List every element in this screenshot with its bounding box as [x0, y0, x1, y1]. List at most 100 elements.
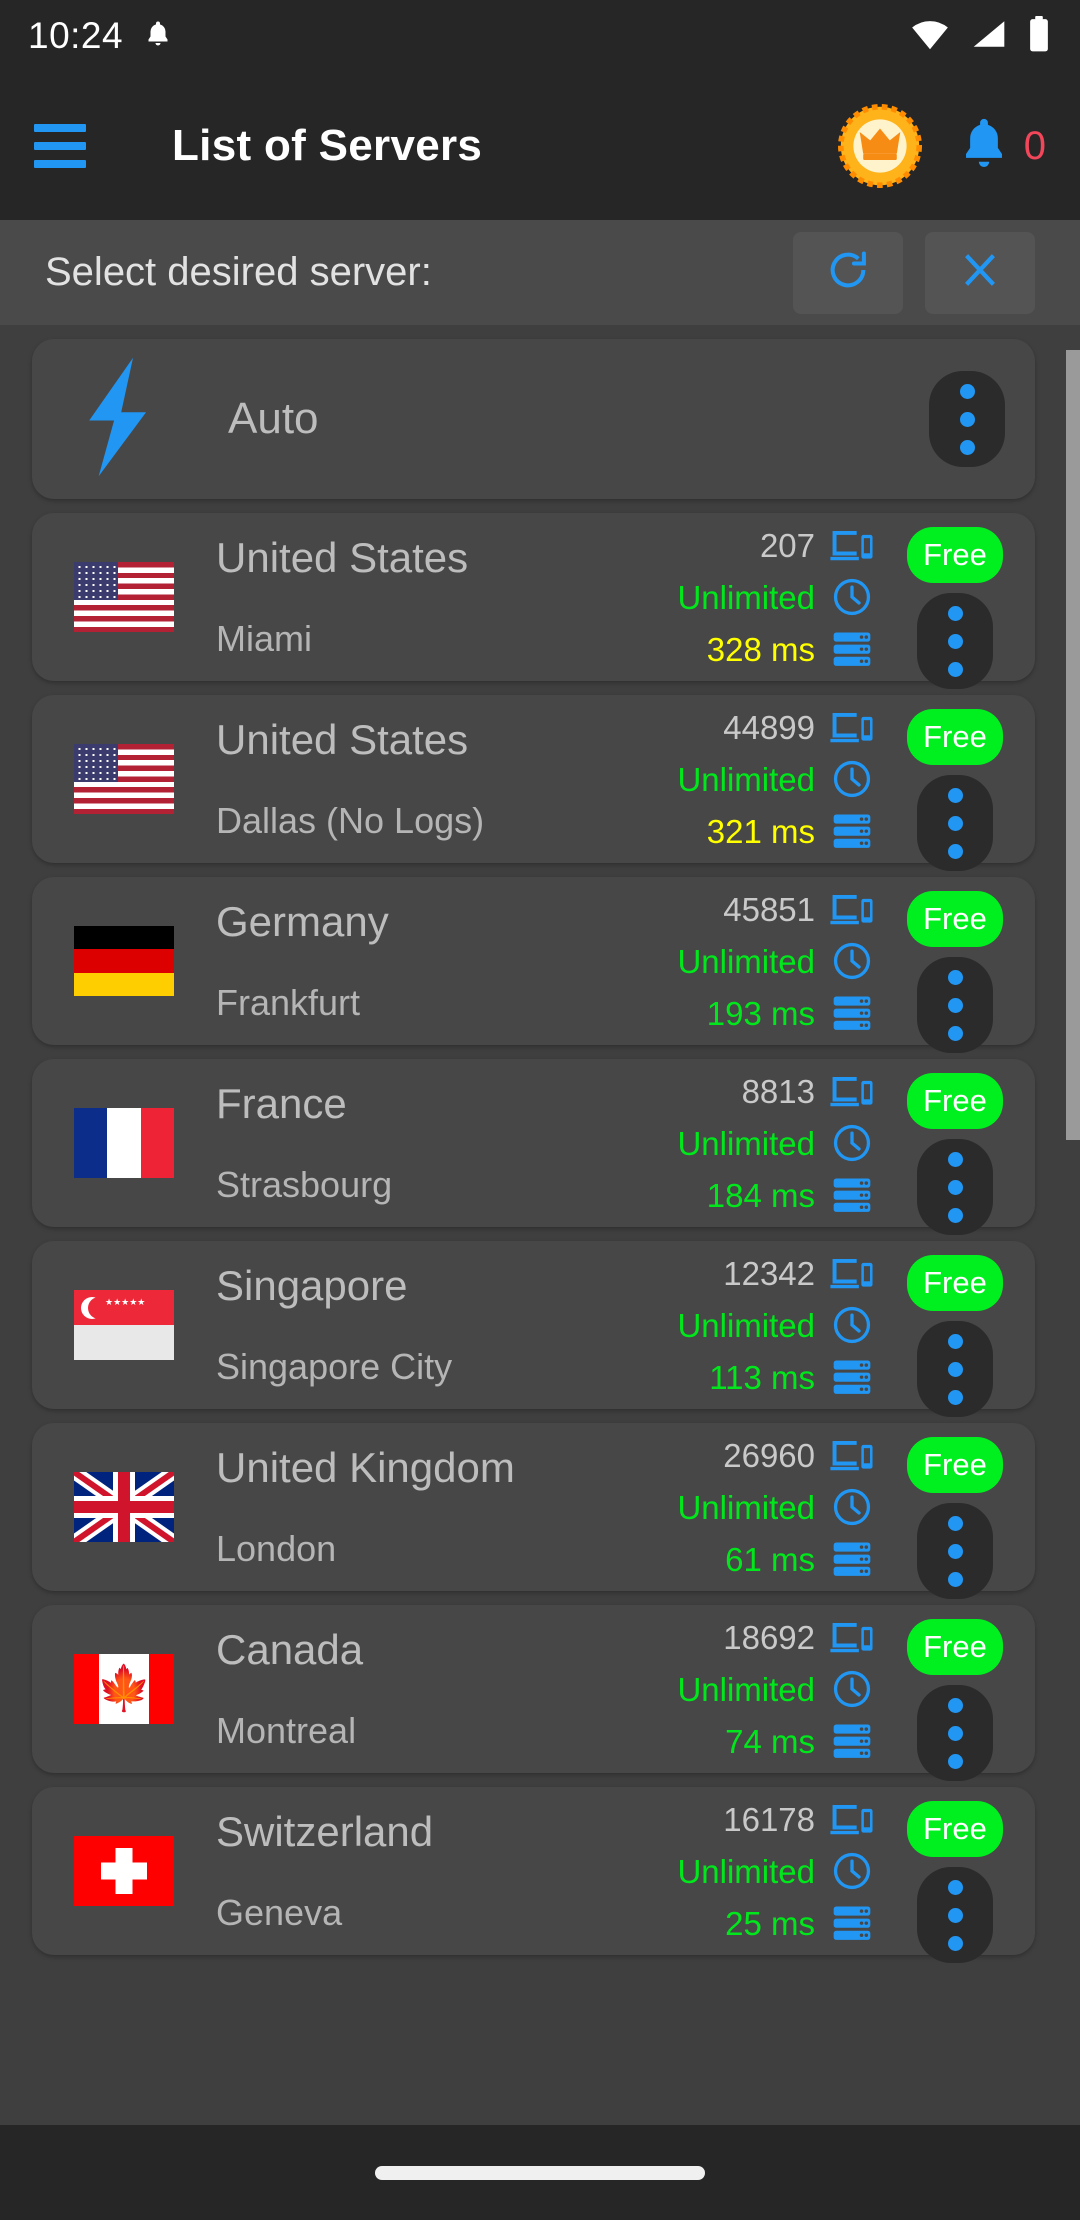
ping-value: 25 ms — [725, 1904, 815, 1942]
crown-badge-icon[interactable] — [837, 104, 922, 188]
kebab-menu-icon[interactable] — [917, 1867, 993, 1963]
server-row[interactable]: Switzerland Geneva 16178 Unlimited 25 ms Free — [32, 1787, 1035, 1963]
kebab-menu-icon[interactable] — [917, 1685, 993, 1781]
kebab-menu-icon[interactable] — [917, 775, 993, 871]
server-row[interactable]: 🍁 Canada Montreal 18692 Unlimited 74 ms Free — [32, 1605, 1035, 1781]
wifi-icon — [908, 17, 952, 56]
metric-ping: 321 ms — [677, 811, 875, 851]
server-row-actions: Free — [885, 513, 1035, 689]
clock-icon — [829, 758, 875, 800]
hamburger-menu-icon[interactable] — [34, 124, 86, 168]
flag-icon — [74, 744, 174, 814]
time-limit: Unlimited — [677, 760, 815, 798]
server-names: United Kingdom London — [216, 1443, 515, 1571]
signal-icon — [968, 17, 1010, 56]
time-limit: Unlimited — [677, 1124, 815, 1162]
kebab-menu-icon[interactable] — [917, 957, 993, 1053]
refresh-button[interactable] — [793, 231, 903, 314]
flag-icon — [74, 562, 174, 632]
server-country: Singapore — [216, 1262, 408, 1309]
server-row[interactable]: United States Dallas (No Logs) 44899 Unlimi… — [32, 695, 1035, 871]
status-badge: Free — [907, 1619, 1003, 1675]
notifications-button[interactable]: 0 — [958, 115, 1046, 178]
kebab-dot — [947, 1207, 963, 1223]
metric-time: Unlimited — [677, 1305, 875, 1345]
status-badge: Free — [907, 891, 1003, 947]
server-country: United States — [216, 716, 469, 763]
server-city: London — [216, 1528, 337, 1569]
server-row[interactable]: United Kingdom London 26960 Unlimited 61 ms F… — [32, 1423, 1035, 1599]
app-bar-actions: 0 — [837, 104, 1046, 188]
devices-icon — [829, 891, 875, 927]
kebab-dot — [947, 787, 963, 803]
close-icon — [957, 247, 1003, 298]
server-city: Montreal — [216, 1710, 357, 1751]
hamburger-bar — [34, 160, 86, 168]
kebab-dot — [959, 439, 975, 455]
kebab-menu-icon[interactable] — [917, 1139, 993, 1235]
ping-value: 321 ms — [706, 812, 815, 850]
users-count: 207 — [759, 526, 815, 564]
kebab-dot — [947, 1543, 963, 1559]
close-button[interactable] — [925, 231, 1035, 314]
server-row[interactable]: France Strasbourg 8813 Unlimited 184 ms Free — [32, 1059, 1035, 1235]
server-city: Frankfurt — [216, 982, 361, 1023]
server-rack-icon — [829, 1537, 875, 1581]
metric-users: 12342 — [677, 1253, 875, 1293]
users-count: 45851 — [723, 890, 815, 928]
kebab-menu-icon[interactable] — [929, 371, 1005, 467]
kebab-menu-icon[interactable] — [917, 593, 993, 689]
metric-time: Unlimited — [677, 1669, 875, 1709]
devices-icon — [829, 1801, 875, 1837]
system-navigation-bar — [0, 2125, 1080, 2220]
refresh-icon — [825, 247, 871, 298]
metric-users: 26960 — [677, 1435, 875, 1475]
server-row[interactable]: Germany Frankfurt 45851 Unlimited 193 ms Free — [32, 877, 1035, 1053]
devices-icon — [829, 1437, 875, 1473]
ping-value: 113 ms — [709, 1358, 815, 1396]
metric-ping: 61 ms — [677, 1539, 875, 1579]
devices-icon — [829, 527, 875, 563]
server-names: Canada Montreal — [216, 1625, 363, 1753]
server-metrics: 12342 Unlimited 113 ms — [677, 1253, 885, 1397]
devices-icon — [829, 709, 875, 745]
server-row[interactable]: ★★★★★ Singapore Singapore City 12342 Unlimit… — [32, 1241, 1035, 1417]
clock-icon — [829, 1668, 875, 1710]
server-country: Canada — [216, 1626, 364, 1673]
server-list[interactable]: Auto United States Miami 207 Unlimited 328 m… — [0, 325, 1080, 2125]
server-row-actions: Free — [885, 1423, 1035, 1599]
hamburger-bar — [34, 124, 86, 132]
server-city: Singapore City — [216, 1346, 453, 1387]
kebab-dot — [947, 1025, 963, 1041]
server-row[interactable]: United States Miami 207 Unlimited 328 ms Free — [32, 513, 1035, 689]
metric-ping: 74 ms — [677, 1721, 875, 1761]
kebab-dot — [947, 1725, 963, 1741]
clock-icon — [829, 1122, 875, 1164]
server-names: United States Dallas (No Logs) — [216, 715, 484, 843]
kebab-dot — [959, 411, 975, 427]
kebab-dot — [947, 1361, 963, 1377]
kebab-dot — [947, 1571, 963, 1587]
kebab-dot — [947, 969, 963, 985]
page-title: List of Servers — [172, 121, 483, 170]
server-metrics: 18692 Unlimited 74 ms — [677, 1617, 885, 1761]
hamburger-bar — [34, 142, 86, 150]
server-city: Miami — [216, 618, 312, 659]
kebab-menu-icon[interactable] — [917, 1503, 993, 1599]
ping-value: 328 ms — [706, 630, 815, 668]
list-scrollbar[interactable] — [1066, 350, 1080, 1140]
server-city: Dallas (No Logs) — [216, 800, 485, 841]
time-limit: Unlimited — [677, 1488, 815, 1526]
metric-users: 8813 — [677, 1071, 875, 1111]
status-bar-icons — [908, 15, 1052, 58]
kebab-dot — [947, 1389, 963, 1405]
kebab-menu-icon[interactable] — [917, 1321, 993, 1417]
server-row-actions: Free — [885, 1605, 1035, 1781]
home-indicator[interactable] — [375, 2165, 705, 2180]
kebab-dot — [947, 815, 963, 831]
kebab-dot — [947, 1753, 963, 1769]
server-row-auto[interactable]: Auto — [32, 339, 1035, 499]
clock-icon — [829, 940, 875, 982]
ping-value: 193 ms — [706, 994, 815, 1032]
kebab-dot — [947, 633, 963, 649]
